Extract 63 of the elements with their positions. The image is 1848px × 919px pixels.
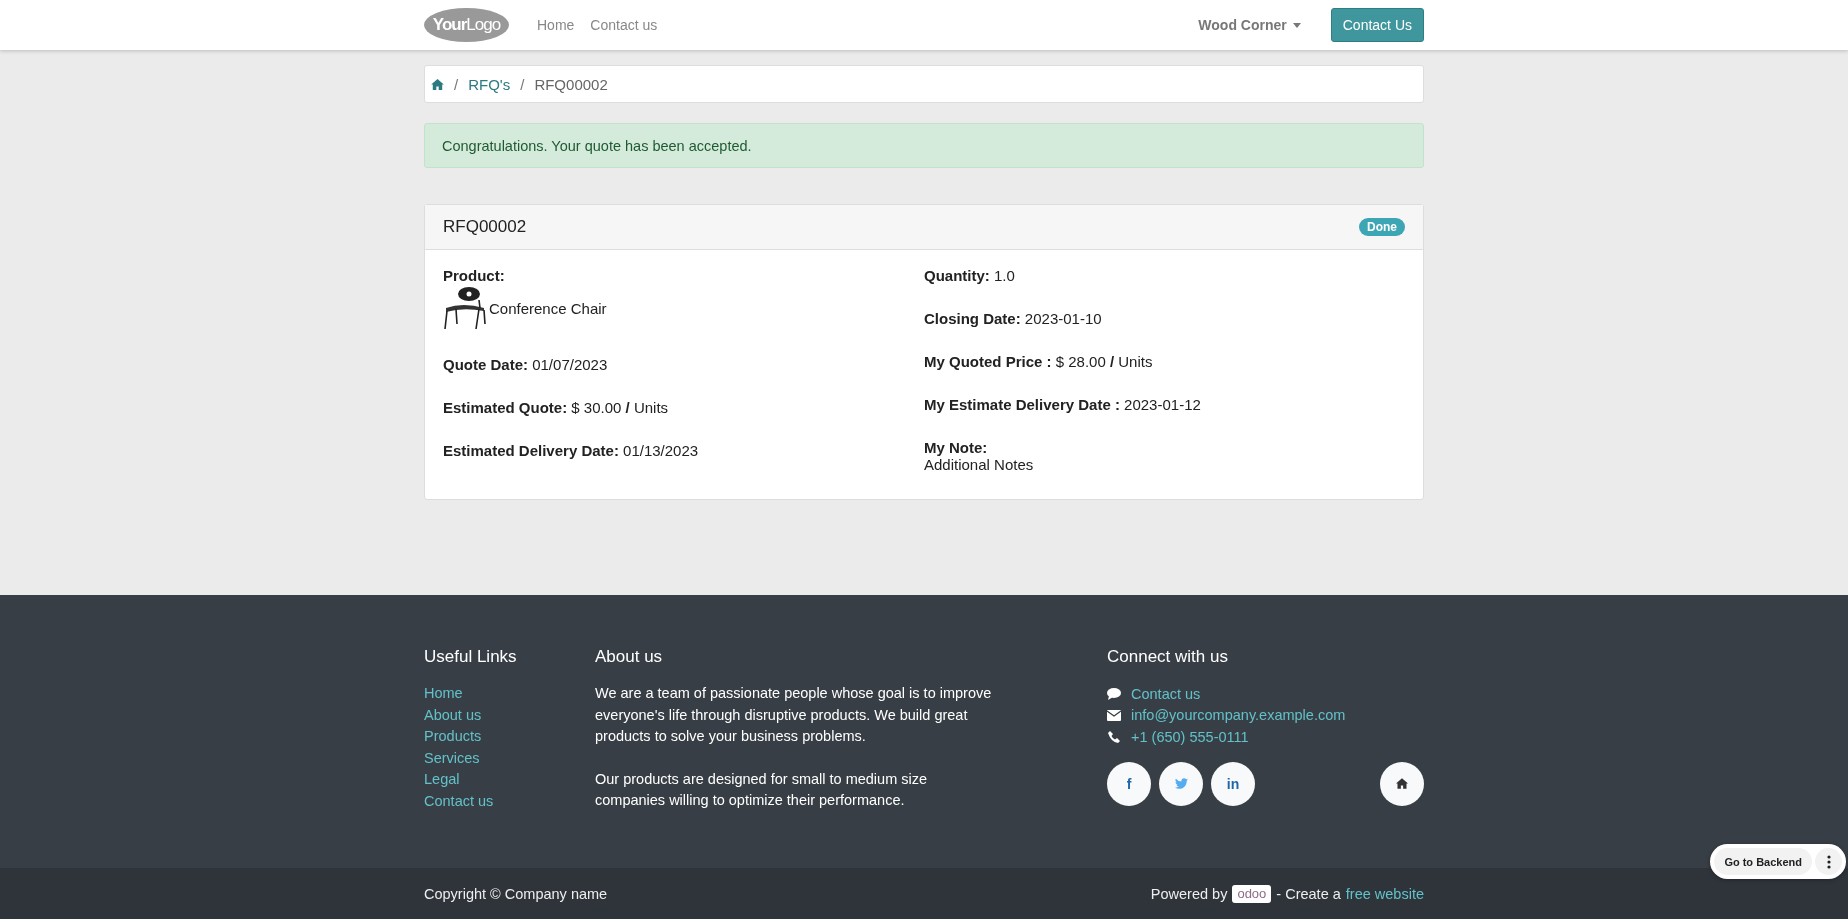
home-icon[interactable] [431, 78, 444, 90]
phone-icon [1107, 730, 1121, 743]
footer-heading: About us [595, 647, 664, 667]
footer-heading: Useful Links [424, 647, 518, 667]
field-value: 1.0 [994, 267, 1015, 284]
field-label: My Estimate Delivery Date : [924, 396, 1120, 413]
field-value: $ 28.00 / Units [1055, 353, 1153, 370]
field-label: My Note: [924, 439, 989, 456]
mail-icon [1107, 709, 1121, 721]
social-button[interactable]: in [1211, 761, 1255, 806]
contact-link[interactable]: info@yourcompany.example.com [1131, 707, 1346, 724]
field-label: Estimated Quote: [443, 399, 568, 416]
user-menu[interactable]: Wood Corner [1198, 17, 1301, 33]
status-badge: Done [1359, 218, 1405, 236]
contact-us-button[interactable]: Contact Us [1330, 8, 1424, 42]
footer-link[interactable]: Contact us [424, 790, 595, 812]
nav-link[interactable]: Contact us [590, 17, 658, 33]
note-text: Additional Notes [924, 456, 1035, 473]
about-paragraph: Our products are designed for small to medium size companies willing to optimize their performance. [595, 769, 929, 810]
copyright-text: Copyright © Company name [424, 885, 608, 902]
contact-link[interactable]: Contact us [1131, 685, 1201, 702]
field-value: 2023-01-12 [1124, 396, 1201, 413]
breadcrumb-separator: / [454, 75, 459, 93]
odoo-logo[interactable]: odoo [1232, 884, 1272, 903]
contact-link[interactable]: +1 (650) 555-0111 [1131, 728, 1249, 745]
footer-link[interactable]: Products [424, 726, 595, 748]
chat-icon [1107, 687, 1121, 700]
logo[interactable]: YourLogo [424, 8, 509, 42]
field-value: $ 30.00 / Units [571, 399, 669, 416]
home-icon [1396, 778, 1408, 789]
about-paragraph: We are a team of passionate people whose goal is to improve everyone's life through disruptive products. We build great products to solve your business problems. [595, 684, 993, 746]
bird-icon [1174, 778, 1188, 789]
breadcrumb-current: RFQ00002 [534, 75, 608, 93]
footer-link[interactable]: Services [424, 747, 595, 769]
create-text: - Create a [1276, 885, 1341, 902]
social-button[interactable]: f [1107, 761, 1151, 806]
free-website-link[interactable]: free website [1345, 885, 1424, 902]
field-value: 01/13/2023 [623, 442, 699, 459]
field-value: 01/07/2023 [532, 356, 608, 373]
breadcrumb-separator: / [520, 75, 525, 93]
field-label: Closing Date: [924, 310, 1021, 327]
home-button[interactable] [1380, 761, 1424, 806]
social-button[interactable] [1159, 761, 1203, 806]
go-to-backend-button[interactable]: Go to Backend [1714, 848, 1812, 875]
breadcrumb-link[interactable]: RFQ's [468, 75, 511, 93]
field-value: 2023-01-10 [1024, 310, 1102, 327]
powered-by-text: Powered by [1150, 885, 1228, 902]
chair-icon [443, 286, 487, 330]
product-name: Conference Chair [489, 299, 607, 317]
field-label: Quote Date: [443, 356, 528, 373]
nav-link[interactable]: Home [537, 17, 575, 33]
field-label: Product: [443, 267, 506, 284]
card-title: RFQ00002 [443, 217, 527, 237]
field-label: Estimated Delivery Date: [443, 442, 619, 459]
more-options-button[interactable] [1815, 848, 1842, 875]
footer-link[interactable]: Home [424, 683, 595, 705]
field-label: My Quoted Price : [924, 353, 1052, 370]
success-alert: Congratulations. Your quote has been accepted. [424, 123, 1424, 168]
kebab-menu-icon [1826, 854, 1831, 869]
footer-link[interactable]: About us [424, 704, 595, 726]
footer-heading: Connect with us [1107, 647, 1229, 667]
footer-link[interactable]: Legal [424, 769, 595, 791]
field-label: Quantity: [924, 267, 990, 284]
